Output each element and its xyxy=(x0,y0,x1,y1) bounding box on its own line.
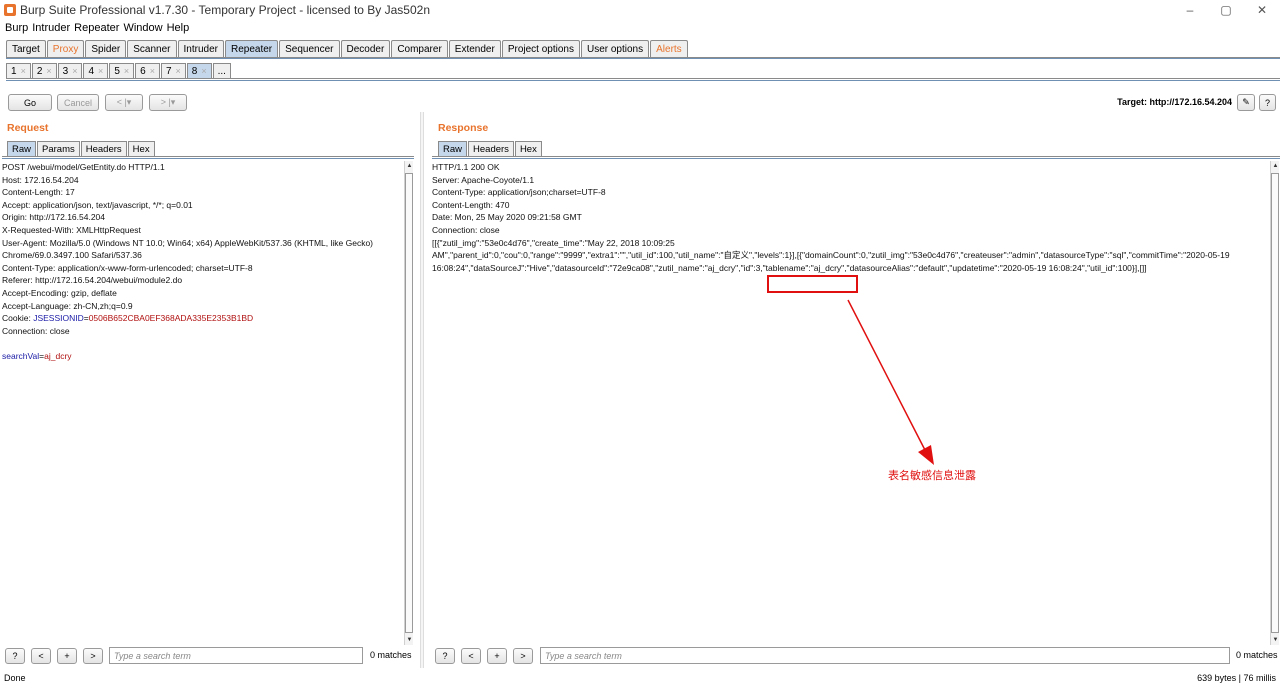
status-text: Done xyxy=(4,673,26,683)
request-search-forward-button[interactable]: > xyxy=(83,648,103,664)
arrow-line xyxy=(847,299,927,453)
response-search-forward-button[interactable]: > xyxy=(513,648,533,664)
request-matches: 0 matches xyxy=(370,650,412,660)
request-search-prev-button[interactable]: < xyxy=(31,648,51,664)
response-search-next-button[interactable]: + xyxy=(487,648,507,664)
annotation-arrow xyxy=(847,299,934,465)
response-search-input[interactable]: Type a search term xyxy=(540,647,1230,664)
request-search-input[interactable]: Type a search term xyxy=(109,647,363,664)
response-search-help-icon[interactable]: ? xyxy=(435,648,455,664)
response-matches: 0 matches xyxy=(1236,650,1278,660)
status-bar: Done 639 bytes | 76 millis xyxy=(0,670,1280,686)
annotation-text: 表名敏感信息泄露 xyxy=(888,470,976,482)
request-search-help-icon[interactable]: ? xyxy=(5,648,25,664)
response-size-timing: 639 bytes | 76 millis xyxy=(1197,673,1276,683)
arrow-head xyxy=(918,445,934,465)
request-search-next-button[interactable]: + xyxy=(57,648,77,664)
response-search-prev-button[interactable]: < xyxy=(461,648,481,664)
